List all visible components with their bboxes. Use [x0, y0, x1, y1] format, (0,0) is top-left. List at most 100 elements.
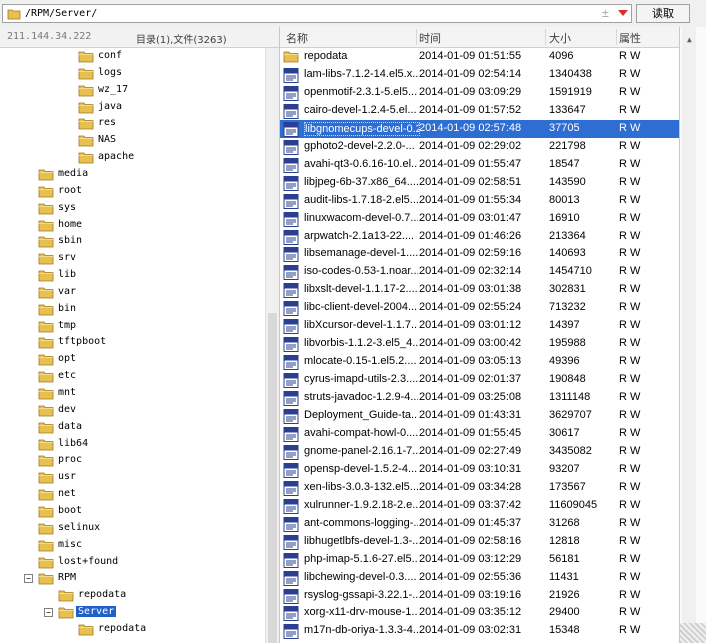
- rpm-file-icon: [283, 193, 299, 209]
- file-time: 2014-01-09 03:01:12: [419, 319, 522, 332]
- file-row[interactable]: libvorbis-1.1.2-3.el5_4... 2014-01-09 03:…: [280, 335, 679, 353]
- file-row[interactable]: mlocate-0.15-1.el5.2.... 2014-01-09 03:05…: [280, 353, 679, 371]
- file-name: linuxwacom-devel-0.7...: [304, 211, 418, 224]
- resize-grip[interactable]: [680, 623, 706, 643]
- file-time: 2014-01-09 02:27:49: [419, 444, 522, 457]
- column-name[interactable]: 名称: [286, 30, 308, 46]
- file-size: 3435082: [549, 444, 592, 457]
- file-time: 2014-01-09 03:01:38: [419, 283, 522, 296]
- file-row[interactable]: libhugetlbfs-devel-1.3-... 2014-01-09 02:…: [280, 533, 679, 551]
- file-row[interactable]: cyrus-imapd-utils-2.3.... 2014-01-09 02:0…: [280, 371, 679, 389]
- rpm-file-icon: [283, 462, 299, 478]
- file-size: 713232: [549, 301, 586, 314]
- column-divider[interactable]: [416, 29, 417, 45]
- file-row[interactable]: m17n-db-oriya-1.3.3-4... 2014-01-09 03:02…: [280, 622, 679, 640]
- tree-node-label: etc: [58, 370, 77, 382]
- file-size: 18547: [549, 157, 580, 170]
- file-row[interactable]: xorg-x11-drv-mouse-1.... 2014-01-09 03:35…: [280, 604, 679, 622]
- scroll-up-icon[interactable]: ▲: [687, 35, 692, 44]
- file-time: 2014-01-09 03:05:13: [419, 355, 522, 368]
- file-row[interactable]: libc-client-devel-2004... 2014-01-09 02:5…: [280, 299, 679, 317]
- file-row[interactable]: libsemanage-devel-1.... 2014-01-09 02:59:…: [280, 245, 679, 263]
- file-row[interactable]: rsyslog-gssapi-3.22.1-... 2014-01-09 03:1…: [280, 587, 679, 605]
- file-row[interactable]: xen-libs-3.0.3-132.el5.... 2014-01-09 03:…: [280, 479, 679, 497]
- rpm-file-icon: [283, 247, 299, 263]
- file-time: 2014-01-09 03:10:31: [419, 462, 522, 475]
- rpm-file-icon: [283, 283, 299, 299]
- file-time: 2014-01-09 01:55:45: [419, 426, 522, 439]
- tree-node-label: bin: [58, 302, 77, 314]
- file-row[interactable]: libchewing-devel-0.3.... 2014-01-09 02:55…: [280, 569, 679, 587]
- file-name: libgnomecups-devel-0.2...: [304, 121, 420, 136]
- file-attr: R W: [619, 283, 641, 296]
- file-row[interactable]: libgnomecups-devel-0.2... 2014-01-09 02:5…: [280, 119, 679, 138]
- file-time: 2014-01-09 03:25:08: [419, 391, 522, 404]
- collapse-toggle-icon[interactable]: −: [24, 574, 33, 584]
- tree-node-label: sbin: [58, 235, 83, 247]
- path-input[interactable]: /RPM/Server/ ±: [2, 4, 632, 23]
- folder-icon: [38, 186, 54, 198]
- column-time[interactable]: 时间: [419, 30, 441, 46]
- file-row[interactable]: avahi-qt3-0.6.16-10.el... 2014-01-09 01:5…: [280, 156, 679, 174]
- column-divider[interactable]: [545, 29, 546, 45]
- file-name: php-imap-5.1.6-27.el5...: [304, 552, 418, 565]
- file-row[interactable]: avahi-compat-howl-0.... 2014-01-09 01:55:…: [280, 425, 679, 443]
- file-size: 16910: [549, 211, 580, 224]
- file-attr: R W: [619, 426, 641, 439]
- tree-node-label: sys: [58, 201, 77, 213]
- file-name: libjpeg-6b-37.x86_64....: [304, 175, 418, 188]
- list-scrollbar[interactable]: ▲: [682, 27, 696, 643]
- column-attr[interactable]: 属性: [619, 30, 641, 46]
- column-divider[interactable]: [616, 29, 617, 45]
- file-row[interactable]: gphoto2-devel-2.2.0-... 2014-01-09 02:29:…: [280, 138, 679, 156]
- file-row[interactable]: struts-javadoc-1.2.9-4... 2014-01-09 03:2…: [280, 389, 679, 407]
- file-row[interactable]: libxslt-devel-1.1.17-2.... 2014-01-09 03:…: [280, 281, 679, 299]
- file-attr: R W: [619, 247, 641, 260]
- chevron-down-icon[interactable]: [618, 10, 628, 16]
- folder-icon: [38, 557, 54, 568]
- file-row[interactable]: gnome-panel-2.16.1-7... 2014-01-09 02:27:…: [280, 443, 679, 461]
- tree-node-label: dev: [58, 403, 77, 415]
- file-row[interactable]: libXcursor-devel-1.1.7... 2014-01-09 03:0…: [280, 317, 679, 335]
- file-row[interactable]: arpwatch-2.1a13-22.... 2014-01-09 01:46:2…: [280, 228, 679, 246]
- file-row[interactable]: xulrunner-1.9.2.18-2.e... 2014-01-09 03:3…: [280, 497, 679, 515]
- file-row[interactable]: iso-codes-0.53-1.noar... 2014-01-09 02:32…: [280, 263, 679, 281]
- file-attr: R W: [619, 121, 641, 134]
- tree-node-label: net: [58, 488, 77, 500]
- file-row[interactable]: lam-libs-7.1.2-14.el5.x... 2014-01-09 02:…: [280, 66, 679, 84]
- tree-node-label: NAS: [98, 134, 117, 146]
- file-size: 11431: [549, 570, 579, 583]
- read-button[interactable]: 读取: [636, 4, 690, 23]
- file-row[interactable]: repodata 2014-01-09 01:51:55 4096 R W: [280, 48, 679, 66]
- rpm-file-icon: [283, 121, 299, 137]
- file-row[interactable]: openmotif-2.3.1-5.el5... 2014-01-09 03:09…: [280, 84, 679, 102]
- file-row[interactable]: cairo-devel-1.2.4-5.el... 2014-01-09 01:5…: [280, 102, 679, 120]
- file-size: 133647: [549, 103, 586, 116]
- file-name: m17n-db-oriya-1.3.3-4...: [304, 624, 418, 637]
- file-row[interactable]: ant-commons-logging-... 2014-01-09 01:45:…: [280, 515, 679, 533]
- file-name: mlocate-0.15-1.el5.2....: [304, 355, 417, 368]
- file-row[interactable]: Deployment_Guide-ta... 2014-01-09 01:43:3…: [280, 407, 679, 425]
- bookmark-icon[interactable]: ±: [602, 6, 609, 20]
- file-row[interactable]: audit-libs-1.7.18-2.el5... 2014-01-09 01:…: [280, 192, 679, 210]
- tree-node-label: mnt: [58, 387, 77, 398]
- rpm-file-icon: [283, 606, 299, 622]
- file-row[interactable]: libjpeg-6b-37.x86_64.... 2014-01-09 02:58…: [280, 174, 679, 192]
- tree-scrollbar[interactable]: [265, 48, 279, 643]
- file-name: gphoto2-devel-2.2.0-...: [304, 139, 415, 152]
- rpm-file-icon: [283, 498, 299, 514]
- collapse-toggle-icon[interactable]: −: [44, 608, 53, 618]
- rpm-file-icon: [283, 444, 299, 460]
- directory-tree: conf logs wz_17 java res NAS apache medi…: [0, 48, 265, 643]
- directory-tree-pane: 211.144.34.222 目录(1),文件(3263) conf logs …: [0, 27, 279, 643]
- column-size[interactable]: 大小: [549, 30, 571, 46]
- file-row[interactable]: opensp-devel-1.5.2-4.... 2014-01-09 03:10…: [280, 461, 679, 479]
- file-list-pane: 名称 时间 大小 属性 repodata 2014-01-09 01:51:55 4…: [279, 27, 679, 643]
- file-name: lam-libs-7.1.2-14.el5.x...: [304, 67, 418, 80]
- file-time: 2014-01-09 02:01:37: [419, 373, 522, 386]
- folder-icon: [38, 304, 54, 316]
- scroll-thumb[interactable]: [268, 313, 277, 643]
- file-row[interactable]: linuxwacom-devel-0.7... 2014-01-09 03:01:…: [280, 210, 679, 228]
- file-row[interactable]: php-imap-5.1.6-27.el5... 2014-01-09 03:12…: [280, 551, 679, 569]
- rpm-file-icon: [283, 552, 299, 568]
